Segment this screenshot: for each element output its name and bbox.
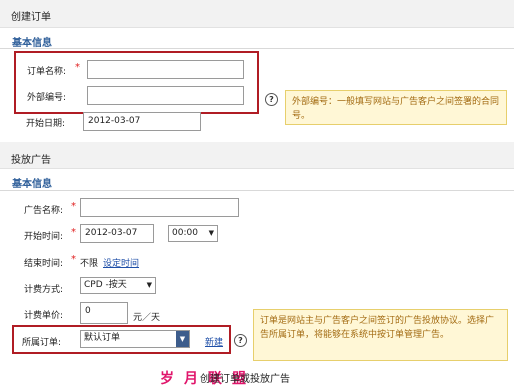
unit-price-label: 计费单价: xyxy=(24,311,64,321)
ad-end-time-label: 结束时间: xyxy=(24,259,64,269)
ad-section-title: 投放广告 xyxy=(11,155,51,166)
ad-name-label: 广告名称: xyxy=(24,206,64,216)
unit-price-unit: 元／天 xyxy=(133,313,161,323)
billing-method-select[interactable]: CPD -按天 ▼ xyxy=(80,277,156,294)
external-no-label: 外部编号: xyxy=(27,93,67,103)
owning-order-select[interactable]: 默认订单 ▼ xyxy=(80,330,190,348)
order-start-date-label: 开始日期: xyxy=(26,119,66,129)
unit-price-input[interactable]: 0 xyxy=(80,302,128,324)
help-icon-order[interactable]: ? xyxy=(234,334,247,347)
required-marker: * xyxy=(75,62,80,73)
tip-external-no: 外部编号：一般填写网站与广告客户之间签署的合同号。 xyxy=(285,90,507,125)
order-basic-info-title: 基本信息 xyxy=(12,38,52,49)
set-time-link[interactable]: 设定时间 xyxy=(103,256,139,269)
ad-start-date-input[interactable]: 2012-03-07 xyxy=(80,224,154,243)
chevron-down-icon: ▼ xyxy=(208,229,214,237)
end-unlimited-text: 不限 xyxy=(80,259,99,269)
ad-start-hour-select[interactable]: 00:00 ▼ xyxy=(168,225,218,242)
required-marker: * xyxy=(71,227,76,238)
owning-order-value: 默认订单 xyxy=(84,333,121,343)
required-marker: * xyxy=(71,254,76,265)
required-marker: * xyxy=(71,201,76,212)
ad-section-header: 投放广告 xyxy=(0,142,514,169)
chevron-down-icon: ▼ xyxy=(146,281,152,289)
ad-name-input[interactable] xyxy=(80,198,239,217)
order-section-title: 创建订单 xyxy=(11,12,51,23)
billing-method-value: CPD -按天 xyxy=(84,280,127,290)
ad-start-time-label: 开始时间: xyxy=(24,232,64,242)
chevron-down-icon: ▼ xyxy=(176,331,189,347)
tip-order: 订单是网站主与广告客户之间签订的广告投放协议。选择广告所属订单，将能够在系统中按… xyxy=(253,309,508,361)
billing-method-label: 计费方式: xyxy=(24,285,64,295)
external-no-input[interactable] xyxy=(87,86,244,105)
order-start-date-input[interactable]: 2012-03-07 xyxy=(83,112,201,131)
new-order-link[interactable]: 新建 xyxy=(205,335,223,348)
order-section-header: 创建订单 xyxy=(0,0,514,28)
ad-start-hour-value: 00:00 xyxy=(172,228,198,238)
divider xyxy=(0,48,514,49)
help-icon-external-no[interactable]: ? xyxy=(265,93,278,106)
order-name-label: 订单名称: xyxy=(27,67,67,77)
image-caption: 创建订单或投放广告 xyxy=(200,374,290,385)
ad-basic-info-title: 基本信息 xyxy=(12,179,52,190)
owning-order-label: 所属订单: xyxy=(22,338,62,348)
order-name-input[interactable] xyxy=(87,60,244,79)
divider xyxy=(0,190,514,191)
